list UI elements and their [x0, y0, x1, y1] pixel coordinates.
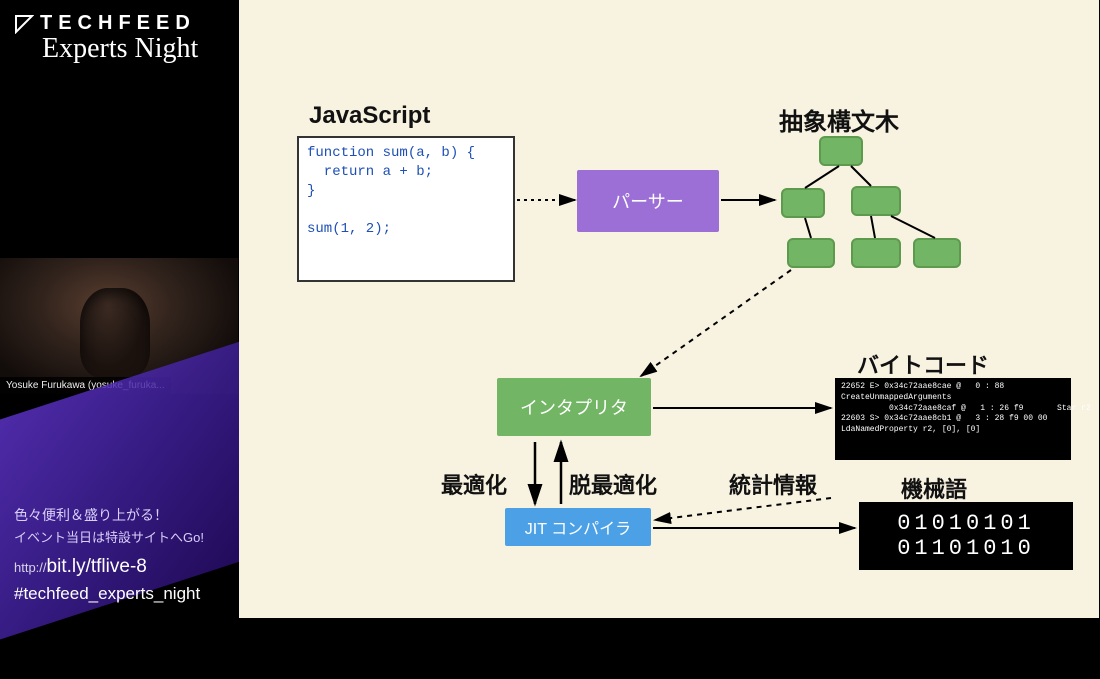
ast-node [781, 188, 825, 218]
heading-bytecode: バイトコード [857, 348, 989, 380]
brand-name: TECHFEED [14, 12, 225, 35]
ast-node [851, 238, 901, 268]
promo-block: 色々便利＆盛り上がる！ イベント当日は特設サイトへGo! http://bit.… [14, 505, 204, 604]
promo-line-1: 色々便利＆盛り上がる！ [14, 505, 204, 525]
brand-logo: TECHFEED Experts Night [0, 0, 239, 65]
heading-ast: 抽象構文木 [779, 102, 899, 137]
source-code-box: function sum(a, b) { return a + b; } sum… [297, 136, 515, 282]
ast-node [819, 136, 863, 166]
parser-box: パーサー [577, 170, 719, 232]
slide-canvas: JavaScript 抽象構文木 バイトコード 機械語 function sum… [239, 0, 1099, 618]
brand-subtitle: Experts Night [14, 33, 225, 65]
label-optimize: 最適化 [441, 468, 507, 500]
machine-line-1: 01010101 [897, 511, 1035, 536]
ast-node [787, 238, 835, 268]
promo-hashtag[interactable]: #techfeed_experts_night [14, 584, 204, 604]
heading-javascript: JavaScript [309, 102, 430, 130]
heading-machine: 機械語 [901, 472, 967, 504]
machine-line-2: 01101010 [897, 536, 1035, 561]
label-deoptimize: 脱最適化 [569, 468, 657, 500]
promo-url-prefix: http:// [14, 560, 47, 575]
promo-url[interactable]: http://bit.ly/tflive-8 [14, 556, 204, 578]
label-stats: 統計情報 [729, 468, 817, 500]
brand-name-text: TECHFEED [40, 12, 196, 35]
logo-arrow-icon [14, 14, 34, 34]
bytecode-box: 22652 E> 0x34c72aae8cae @ 0 : 88 CreateU… [835, 378, 1071, 460]
machine-code-box: 01010101 01101010 [859, 502, 1073, 570]
interpreter-box: インタプリタ [497, 378, 651, 436]
promo-line-2: イベント当日は特設サイトへGo! [14, 527, 204, 546]
promo-url-text: bit.ly/tflive-8 [47, 556, 147, 577]
ast-node [913, 238, 961, 268]
ast-node [851, 186, 901, 216]
jit-compiler-box: JIT コンパイラ [505, 508, 651, 546]
presentation-sidebar: TECHFEED Experts Night Yosuke Furukawa (… [0, 0, 239, 618]
